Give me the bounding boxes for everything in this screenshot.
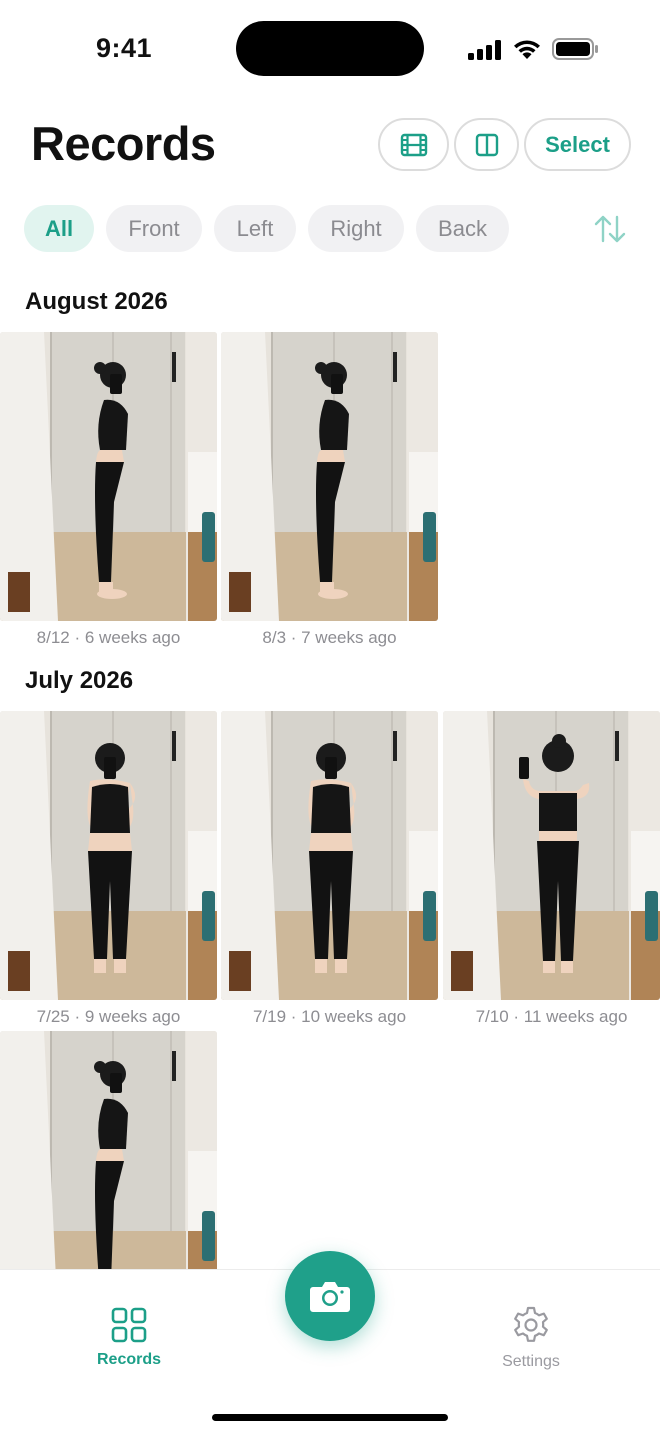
cellular-signal-icon: [468, 40, 501, 60]
progress-photo-image: [443, 711, 660, 1000]
progress-photo-image: [0, 332, 217, 621]
sort-button[interactable]: [590, 210, 630, 248]
photo-thumbnail[interactable]: [0, 711, 217, 1000]
filter-chip-back[interactable]: Back: [416, 205, 509, 252]
filter-chip-all[interactable]: All: [24, 205, 94, 252]
tab-records-label: Records: [96, 1351, 162, 1368]
film-icon: [400, 133, 427, 156]
camera-icon: [310, 1282, 350, 1312]
photo-caption: 8/3 · 7 weeks ago: [262, 628, 397, 647]
photo-caption: 7/10 · 11 weeks ago: [475, 1007, 628, 1026]
tab-settings-label: Settings: [502, 1353, 560, 1370]
select-button[interactable]: Select: [524, 118, 631, 171]
camera-button[interactable]: [285, 1251, 375, 1341]
status-time: 9:41: [96, 33, 153, 63]
section-title-july: July 2026: [25, 667, 134, 694]
progress-photo-image: [221, 332, 438, 621]
progress-photo-image: [221, 711, 438, 1000]
grid-icon: [111, 1307, 147, 1343]
tab-records[interactable]: Records: [84, 1307, 174, 1369]
status-bar: 9:41: [0, 0, 660, 96]
tab-settings[interactable]: Settings: [486, 1305, 576, 1371]
photo-thumbnail[interactable]: [443, 711, 660, 1000]
photo-thumbnail[interactable]: [221, 332, 438, 621]
progress-photo-image: [0, 711, 217, 1000]
photo-caption: 7/19 · 10 weeks ago: [252, 1007, 407, 1026]
wifi-icon: [514, 40, 540, 59]
compare-button[interactable]: [454, 118, 519, 171]
filter-chip-front[interactable]: Front: [106, 205, 202, 252]
photo-caption: 8/12 · 6 weeks ago: [36, 628, 181, 647]
split-view-icon: [475, 133, 498, 156]
photo-thumbnail[interactable]: [221, 711, 438, 1000]
dynamic-island: [236, 21, 424, 76]
sort-arrows-icon: [594, 215, 626, 243]
photo-caption: 7/25 · 9 weeks ago: [36, 1007, 181, 1026]
gear-icon: [514, 1306, 548, 1342]
battery-icon: [552, 38, 598, 60]
timelapse-button[interactable]: [378, 118, 449, 171]
home-indicator: [212, 1414, 448, 1421]
photo-thumbnail[interactable]: [0, 332, 217, 621]
filter-chip-right[interactable]: Right: [308, 205, 404, 252]
page-title: Records: [31, 117, 216, 170]
section-title-august: August 2026: [25, 288, 168, 315]
filter-chip-left[interactable]: Left: [214, 205, 296, 252]
